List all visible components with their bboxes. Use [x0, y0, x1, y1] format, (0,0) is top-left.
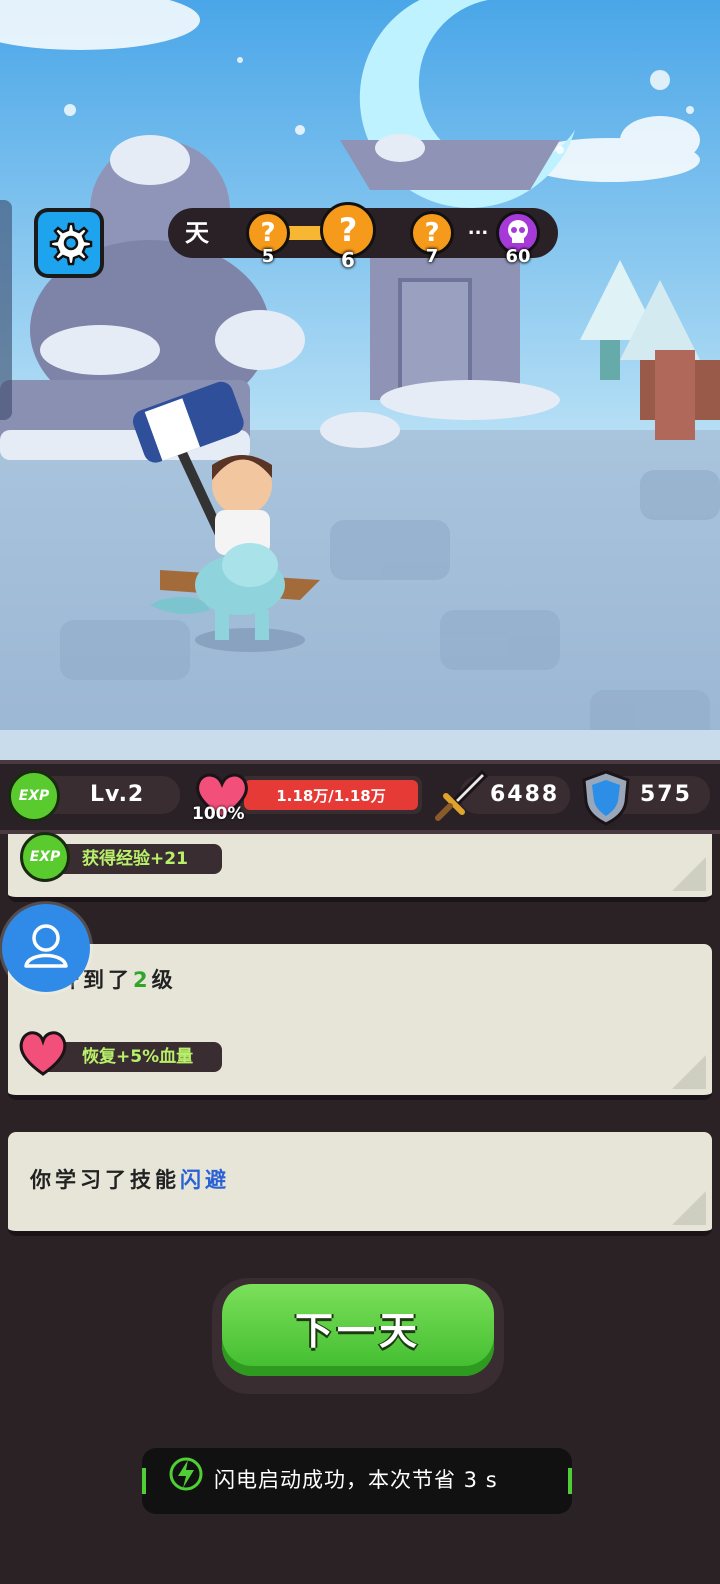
- side-edge-tab[interactable]: [0, 200, 12, 420]
- stage-number: 7: [425, 246, 439, 267]
- hp-bar: 1.18万/1.18万: [240, 776, 422, 814]
- hp-percent: 100%: [192, 804, 245, 824]
- stage-number: 60: [505, 246, 531, 267]
- toast-message: 闪电启动成功，本次节省 3 s: [214, 1468, 498, 1492]
- floating-user-button[interactable]: [2, 904, 90, 992]
- stage-number: 6: [341, 248, 355, 272]
- card-corner-fold: [672, 857, 706, 891]
- event-log: 获得经验+21 EXP 升到了2级 恢复+5%血量 你学习了技能闪避 下一天 闪…: [0, 832, 720, 1584]
- stage-progress-bar: 天 ? 5 ? 6 ? 7 ... 60: [168, 202, 558, 272]
- gear-icon: [49, 222, 93, 266]
- skill-name: 闪避: [180, 1168, 230, 1192]
- ellipsis-icon: ...: [467, 218, 489, 239]
- stage-number: 5: [261, 246, 275, 267]
- player-stats-bar: EXP Lv.2 1.18万/1.18万 100% 6488 575: [0, 760, 720, 834]
- next-day-label: 下一天: [294, 1309, 421, 1353]
- sword-icon: [435, 769, 488, 821]
- log-card-skill: 你学习了技能闪避: [8, 1132, 712, 1236]
- toast-notification: 闪电启动成功，本次节省 3 s: [142, 1448, 572, 1514]
- user-icon: [24, 924, 68, 968]
- battle-background: [0, 0, 720, 760]
- levelup-suffix: 级: [151, 968, 177, 992]
- log-card-exp: 获得经验+21 EXP: [8, 832, 712, 902]
- exp-icon: EXP: [20, 832, 70, 882]
- day-label: 天: [185, 219, 209, 247]
- skill-prefix: 你学习了技能: [30, 1168, 180, 1192]
- settings-button[interactable]: [34, 208, 104, 278]
- skill-text: 你学习了技能闪避: [30, 1164, 230, 1194]
- player-level: Lv.2: [90, 782, 145, 807]
- lightning-icon: [169, 1457, 203, 1491]
- attack-value: 6488: [490, 782, 560, 807]
- card-corner-fold: [672, 1191, 706, 1225]
- shield-icon: [582, 770, 630, 826]
- toast-left-bar: [142, 1468, 146, 1494]
- next-day-button-face: 下一天: [222, 1284, 494, 1376]
- heart-icon: [19, 1031, 67, 1076]
- log-card-levelup: 升到了2级 恢复+5%血量: [8, 944, 712, 1100]
- next-day-button[interactable]: 下一天: [212, 1278, 504, 1394]
- card-corner-fold: [672, 1055, 706, 1089]
- toast-right-bar: [568, 1468, 572, 1494]
- levelup-number: 2: [133, 968, 152, 992]
- hp-value: 1.18万/1.18万: [276, 787, 386, 805]
- game-scene: 天 ? 5 ? 6 ? 7 ... 60: [0, 0, 720, 760]
- exp-icon: EXP: [8, 770, 60, 822]
- defense-value: 575: [640, 782, 692, 807]
